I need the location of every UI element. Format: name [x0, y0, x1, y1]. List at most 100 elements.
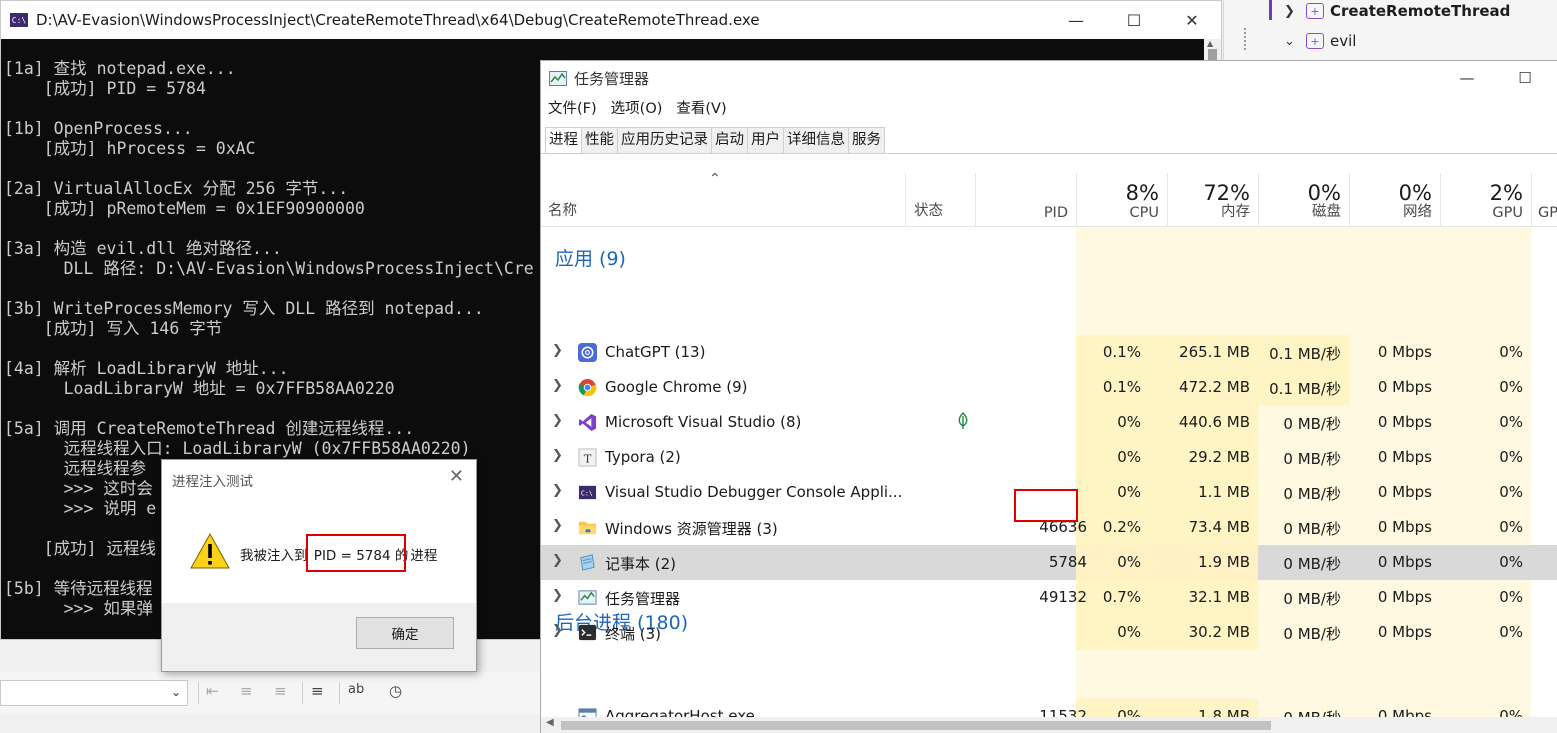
solution-item-createremotethread[interactable]: ❯ + CreateRemoteThread: [1284, 0, 1510, 22]
tab-app-history[interactable]: 应用历史记录: [617, 127, 712, 153]
process-mem: 29.2 MB: [1188, 448, 1250, 466]
process-gpu: 0%: [1499, 623, 1523, 641]
process-mem: 30.2 MB: [1188, 623, 1250, 641]
solution-item-evil[interactable]: ⌄ + evil: [1284, 30, 1356, 52]
toolbar-divider: [339, 682, 340, 704]
msgbox-footer: 确定: [162, 603, 476, 671]
chevron-down-icon[interactable]: ⌄: [171, 685, 181, 699]
header-gpu-engine-col[interactable]: GP: [1531, 173, 1557, 227]
menu-options[interactable]: 选项(O): [604, 97, 670, 121]
chatgpt-icon: [578, 343, 597, 362]
tab-details[interactable]: 详细信息: [783, 127, 849, 153]
chevron-right-icon[interactable]: ❯: [552, 553, 563, 568]
tm-title: 任务管理器: [574, 69, 650, 88]
sort-up-icon[interactable]: ⌃: [709, 171, 721, 187]
close-button[interactable]: ✕: [1163, 1, 1221, 39]
toolbar-divider: [302, 682, 303, 704]
task-manager-window[interactable]: 任务管理器 — ☐ 文件(F) 选项(O) 查看(V) 进程 性能 应用历史记录…: [540, 60, 1557, 733]
process-row[interactable]: ❯ ChatGPT (13) 0.1% 265.1 MB 0.1 MB/秒 0 Mbps 0…: [541, 335, 1557, 370]
tree-guide: [1244, 28, 1252, 50]
clear-list-icon[interactable]: ≡: [311, 682, 324, 700]
clock-icon[interactable]: ◷: [389, 682, 402, 700]
injection-messagebox[interactable]: 进程注入测试 ✕ 我被注入到 PID = 5784 的进程 确定: [161, 459, 477, 672]
process-cpu: 0%: [1117, 623, 1141, 641]
ok-button[interactable]: 确定: [356, 617, 454, 649]
console-titlebar[interactable]: C:\ D:\AV-Evasion\WindowsProcessInject\C…: [1, 1, 1221, 39]
process-row[interactable]: ❯ 终端 (3) 0% 30.2 MB 0 MB/秒 0 Mbps 0%: [541, 615, 1557, 650]
header-cpu: CPU: [1129, 205, 1159, 221]
process-row[interactable]: ❯ 记事本 (2) 5784 0% 1.9 MB 0 MB/秒 0 Mbps 0%: [541, 545, 1557, 580]
process-gpu: 0%: [1499, 518, 1523, 536]
process-mem: 1.1 MB: [1198, 483, 1250, 501]
process-gpu: 0%: [1499, 483, 1523, 501]
header-mem: 内存: [1221, 204, 1250, 220]
console-title: D:\AV-Evasion\WindowsProcessInject\Creat…: [36, 11, 760, 29]
align-left-icon[interactable]: ≡: [240, 682, 253, 700]
process-net: 0 Mbps: [1377, 448, 1432, 466]
chevron-right-icon[interactable]: ❯: [552, 378, 563, 393]
chevron-right-icon[interactable]: ❯: [552, 343, 563, 358]
process-net: 0 Mbps: [1377, 553, 1432, 571]
typora-icon: T: [578, 448, 597, 467]
word-wrap-icon[interactable]: ab: [348, 682, 364, 697]
chevron-right-icon[interactable]: ❯: [552, 483, 563, 498]
process-pid: 5784: [1048, 553, 1087, 571]
tab-startup[interactable]: 启动: [711, 127, 748, 153]
outdent-icon[interactable]: ⇤: [206, 682, 219, 700]
header-name[interactable]: 名称: [548, 199, 577, 220]
process-cpu: 0.1%: [1102, 378, 1141, 396]
process-row[interactable]: ❯ Google Chrome (9) 0.1% 472.2 MB 0.1 MB/秒 0 …: [541, 370, 1557, 405]
process-net: 0 Mbps: [1377, 483, 1432, 501]
header-net-col[interactable]: 0% 网络: [1349, 173, 1440, 227]
process-mem: 265.1 MB: [1179, 343, 1250, 361]
chevron-right-icon[interactable]: ❯: [1284, 4, 1306, 19]
maximize-button[interactable]: ☐: [1501, 61, 1549, 95]
chevron-right-icon[interactable]: ❯: [552, 448, 563, 463]
menu-file[interactable]: 文件(F): [541, 97, 604, 121]
scope-combo[interactable]: ⌄: [0, 680, 188, 706]
process-disk: 0 MB/秒: [1283, 450, 1341, 468]
chevron-right-icon[interactable]: ❯: [552, 623, 563, 638]
scroll-up-icon[interactable]: ▲: [1207, 39, 1213, 48]
tab-performance[interactable]: 性能: [581, 127, 618, 153]
tab-processes[interactable]: 进程: [545, 127, 582, 154]
task-manager-icon: [578, 588, 597, 607]
tab-services[interactable]: 服务: [848, 127, 885, 153]
process-name: Microsoft Visual Studio (8): [605, 413, 802, 431]
tab-users[interactable]: 用户: [747, 127, 784, 153]
minimize-button[interactable]: —: [1047, 1, 1105, 39]
process-row[interactable]: ❯ T Typora (2) 0% 29.2 MB 0 MB/秒 0 Mbps 0%: [541, 440, 1557, 475]
close-icon[interactable]: ✕: [449, 466, 464, 487]
scroll-left-icon[interactable]: ◀: [546, 717, 554, 728]
chevron-right-icon[interactable]: ❯: [552, 413, 563, 428]
scroll-thumb[interactable]: [561, 721, 1271, 730]
chevron-right-icon[interactable]: ❯: [552, 518, 563, 533]
process-disk: 0 MB/秒: [1283, 590, 1341, 608]
tab-divider: [541, 153, 1557, 154]
process-net: 0 Mbps: [1377, 378, 1432, 396]
header-pid-col[interactable]: PID: [975, 173, 1076, 227]
header-cpu-col[interactable]: 8% CPU: [1076, 173, 1167, 227]
process-gpu: 0%: [1499, 553, 1523, 571]
horizontal-scrollbar[interactable]: ◀: [541, 717, 1557, 733]
notepad-icon: [578, 553, 597, 572]
chevron-down-icon[interactable]: ⌄: [1284, 34, 1306, 49]
process-row[interactable]: AggregatorHost.exe 11532 0% 1.8 MB 0 MB/秒 0 M…: [541, 699, 1557, 718]
header-gpu-col[interactable]: 2% GPU: [1440, 173, 1531, 227]
group-apps[interactable]: 应用 (9): [555, 244, 626, 271]
process-cpu: 0%: [1117, 448, 1141, 466]
header-gpu-engine: GP: [1538, 205, 1557, 221]
process-net: 0 Mbps: [1377, 588, 1432, 606]
chevron-right-icon[interactable]: ❯: [552, 588, 563, 603]
align-right-icon[interactable]: ≡: [274, 682, 287, 700]
header-mem-col[interactable]: 72% 内存: [1167, 173, 1258, 227]
process-row[interactable]: ❯ 任务管理器 49132 0.7% 32.1 MB 0 MB/秒 0 Mbps 0%: [541, 580, 1557, 615]
process-disk: 0.1 MB/秒: [1269, 345, 1341, 363]
header-disk-col[interactable]: 0% 磁盘: [1258, 173, 1349, 227]
header-status[interactable]: 状态: [914, 199, 943, 220]
tm-titlebar[interactable]: 任务管理器 — ☐: [541, 61, 1557, 95]
maximize-button[interactable]: ☐: [1105, 1, 1163, 39]
process-row[interactable]: ❯ Microsoft Visual Studio (8) 0% 440.6 MB 0 …: [541, 405, 1557, 440]
menu-view[interactable]: 查看(V): [669, 97, 733, 121]
minimize-button[interactable]: —: [1443, 61, 1491, 95]
